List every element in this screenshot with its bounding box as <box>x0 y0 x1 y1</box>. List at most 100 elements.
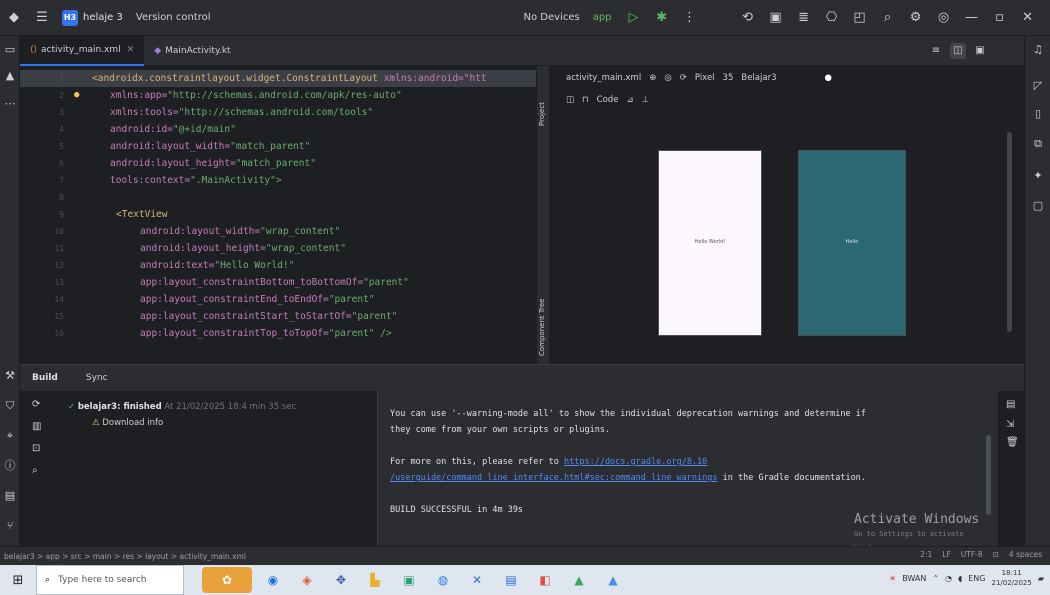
tray-overflow-icon[interactable]: ⌃ <box>932 574 939 583</box>
blueprint-preview-phone[interactable]: Hello <box>798 150 906 336</box>
gradle-docs-link-cont[interactable]: /userguide/command_line_interface.html#s… <box>390 473 718 483</box>
project-panel-label[interactable]: Project <box>538 102 546 126</box>
light-preview-phone[interactable]: Hello World! <box>658 150 762 336</box>
tab-main-activity[interactable]: ◆ MainActivity.kt <box>144 36 240 66</box>
layout-file-selector[interactable]: activity_main.xml <box>566 73 641 83</box>
gradle-tool-icon[interactable]: ◸ <box>1030 78 1046 94</box>
profiler-icon[interactable]: ◰ <box>849 7 871 29</box>
warning-dot-icon[interactable]: ● <box>824 73 831 83</box>
zoom-in-icon[interactable]: ⊕ <box>649 73 656 83</box>
filter-icon[interactable]: ⊡ <box>32 443 40 454</box>
debug-icon[interactable]: ✱ <box>651 7 673 29</box>
split-view-icon[interactable]: ◫ <box>950 43 966 59</box>
caret-position[interactable]: 2:1 <box>920 550 932 559</box>
preview-scrollbar[interactable] <box>1007 132 1012 332</box>
app-icon-4[interactable]: ▤ <box>498 567 524 593</box>
breadcrumb[interactable]: belajar3 > app > src > main > res > layo… <box>4 552 246 561</box>
code-mode-label[interactable]: Code <box>597 95 619 105</box>
component-tree-label[interactable]: Component Tree <box>538 299 546 356</box>
app-icon-3[interactable]: ◍ <box>430 567 456 593</box>
lock-icon[interactable]: ⊡ <box>993 550 999 559</box>
gradle-icon[interactable]: ⎔ <box>821 7 843 29</box>
file-encoding[interactable]: UTF-8 <box>961 550 983 559</box>
gradle-docs-link[interactable]: https://docs.gradle.org/8.10 <box>564 457 707 467</box>
device-selector[interactable]: Pixel <box>695 73 715 83</box>
project-selector[interactable]: helaje 3 <box>83 12 123 23</box>
more-tools-icon[interactable]: ⋯ <box>2 96 18 112</box>
code-editor[interactable]: 1 <androidx.constraintlayout.widget.Cons… <box>20 66 536 364</box>
file-explorer-icon[interactable]: ▙ <box>362 567 388 593</box>
app-inspection-icon[interactable]: ⌖ <box>2 428 18 444</box>
line-ending[interactable]: LF <box>942 550 951 559</box>
run-icon[interactable]: ▷ <box>623 7 645 29</box>
theme-selector[interactable]: Belajar3 <box>741 73 776 83</box>
app-icon[interactable]: ✥ <box>328 567 354 593</box>
rerun-icon[interactable]: ⟳ <box>32 399 40 410</box>
stop-icon[interactable]: ▥ <box>32 421 41 432</box>
app-icon-2[interactable]: ▣ <box>396 567 422 593</box>
app-icon-5[interactable]: ◧ <box>532 567 558 593</box>
version-control-icon[interactable]: ⑂ <box>2 518 18 534</box>
orientation-icon[interactable]: ⟳ <box>680 73 687 83</box>
running-devices-icon[interactable]: ⧉ <box>1030 136 1046 152</box>
language-indicator[interactable]: ENG <box>968 574 985 583</box>
minimize-icon[interactable]: — <box>961 7 983 29</box>
build-tree-item[interactable]: ⚠ Download info <box>92 415 163 431</box>
settings-gear-icon[interactable]: ⚙ <box>905 7 927 29</box>
indent-setting[interactable]: 4 spaces <box>1009 550 1042 559</box>
clear-console-icon[interactable]: 🗑 <box>1006 437 1019 448</box>
device-manager-icon[interactable]: ▣ <box>765 7 787 29</box>
emulator-icon[interactable]: ▢ <box>1030 198 1046 214</box>
windows-start-icon[interactable]: ⊞ <box>0 565 36 595</box>
align-icon[interactable]: ⊿ <box>626 95 633 105</box>
build-output-console[interactable]: You can use '--warning-mode all' to show… <box>378 391 998 552</box>
tab-activity-main[interactable]: ⟨⟩ activity_main.xml ✕ <box>20 35 145 66</box>
android-studio-taskbar-icon[interactable]: ▲ <box>566 567 592 593</box>
volume-icon[interactable]: ◖ <box>958 574 962 583</box>
sync-tab[interactable]: Sync <box>86 373 108 383</box>
sync-project-icon[interactable]: ⟲ <box>737 7 759 29</box>
chrome-icon[interactable]: ◉ <box>260 567 286 593</box>
network-icon[interactable]: ◔ <box>945 574 952 583</box>
account-icon[interactable]: ◎ <box>933 7 955 29</box>
clock[interactable]: 18:11 21/02/2025 <box>991 568 1031 588</box>
app-icon-6[interactable]: ▲ <box>600 567 626 593</box>
project-tool-icon[interactable]: ▭ <box>2 42 18 58</box>
taskbar-search[interactable]: ⌕ Type here to search <box>36 565 184 595</box>
close-tab-icon[interactable]: ✕ <box>127 45 135 55</box>
close-window-icon[interactable]: ✕ <box>1017 7 1039 29</box>
device-selector[interactable]: No Devices <box>524 12 580 23</box>
weather-icon[interactable]: ☀ <box>889 574 896 583</box>
design-view-icon[interactable]: ▣ <box>972 43 988 59</box>
find-icon[interactable]: ⌕ <box>32 465 38 476</box>
sdk-manager-icon[interactable]: ≣ <box>793 7 815 29</box>
intention-bulb-icon[interactable]: ● <box>74 87 79 104</box>
guidelines-icon[interactable]: ⊥ <box>642 95 649 105</box>
logcat-icon[interactable]: ⛉ <box>2 398 18 414</box>
device-explorer-icon[interactable]: ▯ <box>1030 106 1046 122</box>
api-selector[interactable]: 35 <box>723 73 734 83</box>
blueprint-icon[interactable]: ◫ <box>566 95 574 105</box>
resource-manager-icon[interactable]: ▲ <box>2 68 18 84</box>
notifications-icon[interactable]: ♫ <box>1030 42 1046 58</box>
browser-icon[interactable]: ◈ <box>294 567 320 593</box>
widgets-icon[interactable]: ✿ <box>202 567 252 593</box>
vscode-icon[interactable]: ✕ <box>464 567 490 593</box>
more-actions-icon[interactable]: ⋮ <box>679 7 701 29</box>
main-menu-icon[interactable]: ☰ <box>31 7 53 29</box>
vcs-selector[interactable]: Version control <box>136 12 211 23</box>
maximize-icon[interactable]: ▫ <box>989 7 1011 29</box>
run-config-selector[interactable]: app <box>593 12 612 23</box>
tray-label[interactable]: BWAN <box>902 574 926 583</box>
terminal-icon[interactable]: ▤ <box>2 488 18 504</box>
magnet-icon[interactable]: ⊓ <box>582 95 589 105</box>
build-tool-icon[interactable]: ⚒ <box>2 368 18 384</box>
scroll-to-end-icon[interactable]: ⇲ <box>1006 419 1014 430</box>
search-icon[interactable]: ⌕ <box>877 7 899 29</box>
gemini-icon[interactable]: ✦ <box>1030 168 1046 184</box>
code-view-icon[interactable]: ≡ <box>928 43 944 59</box>
soft-wrap-icon[interactable]: ▤ <box>1006 399 1015 410</box>
build-tree-root[interactable]: ✓ belajar3: finished At 21/02/2025 18:4 … <box>68 399 296 415</box>
problems-icon[interactable]: ⓘ <box>2 458 18 474</box>
console-scrollbar[interactable] <box>986 435 991 515</box>
